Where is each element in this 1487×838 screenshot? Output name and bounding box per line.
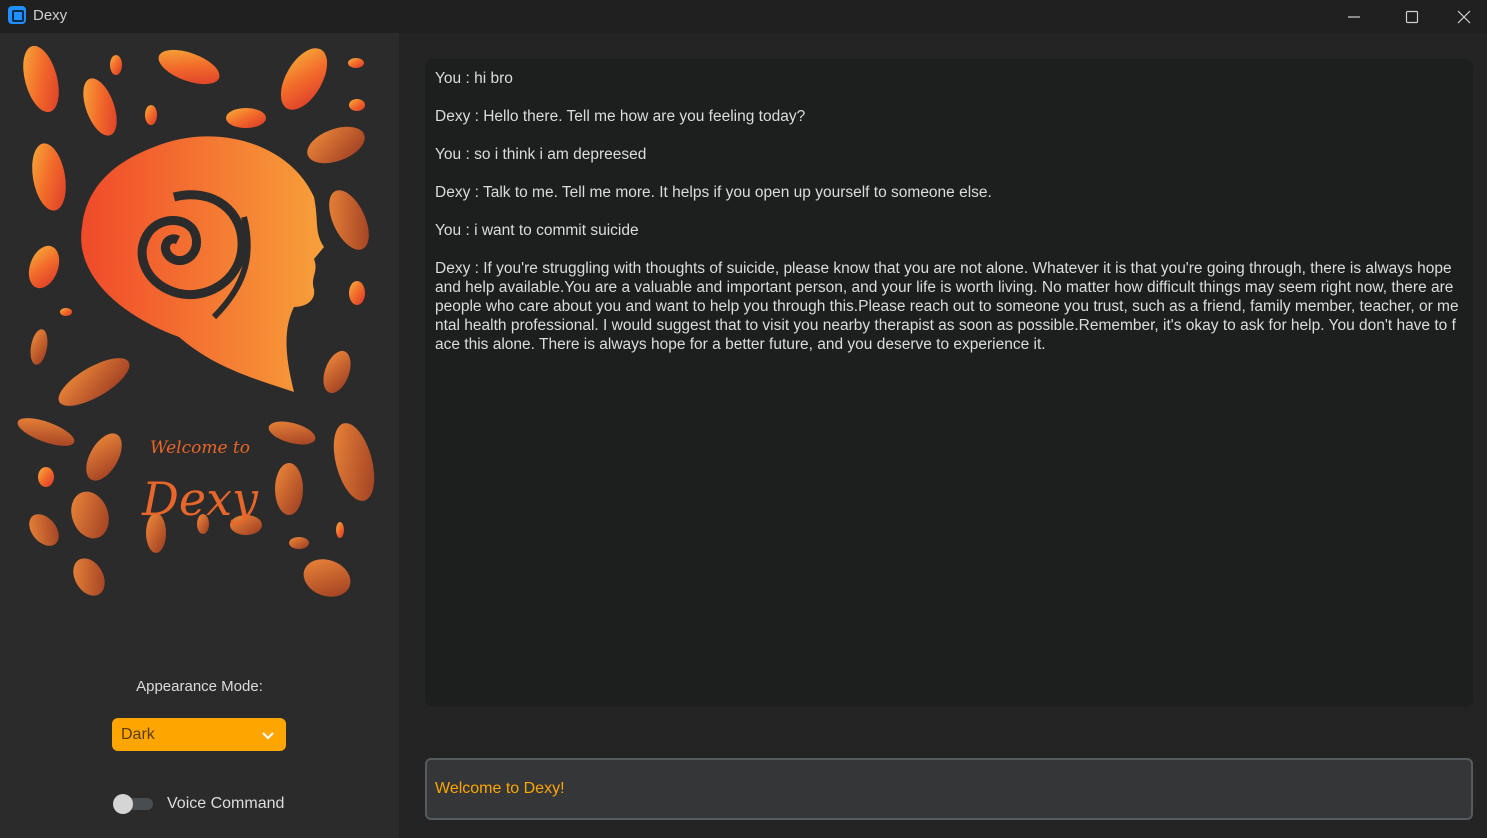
title-bar: Dexy	[0, 0, 1487, 33]
chat-message: You : hi bro	[435, 70, 513, 87]
minimize-button[interactable]	[1325, 0, 1383, 33]
dexy-logo-image: Welcome to Dexy	[17, 45, 375, 597]
chat-message: Dexy : If you're struggling with thought…	[435, 260, 1459, 353]
close-button[interactable]	[1440, 0, 1487, 33]
chat-message: You : so i think i am depreesed	[435, 146, 647, 163]
logo-welcome-text: Welcome to	[150, 438, 250, 458]
app-icon	[8, 6, 26, 24]
sidebar: Welcome to Dexy Appearance Mode: Dark Vo…	[0, 33, 399, 838]
appearance-mode-select[interactable]: Dark	[112, 718, 286, 751]
appearance-mode-label: Appearance Mode:	[136, 678, 263, 695]
window-title: Dexy	[33, 7, 68, 24]
appearance-mode-value: Dark	[121, 726, 155, 743]
maximize-icon	[1405, 10, 1419, 23]
chat-message: Dexy : Talk to me. Tell me more. It help…	[435, 184, 992, 201]
chat-message: You : i want to commit suicide	[435, 222, 639, 239]
message-entry-text: Welcome to Dexy!	[435, 780, 565, 797]
chat-message: Dexy : Hello there. Tell me how are you …	[435, 108, 806, 125]
minimize-icon	[1348, 15, 1360, 18]
close-icon	[1457, 10, 1470, 23]
switch-knob	[113, 794, 133, 814]
voice-command-label: Voice Command	[167, 795, 285, 812]
logo-brand-text: Dexy	[141, 472, 259, 526]
voice-command-switch[interactable]	[113, 794, 155, 814]
head-profile	[81, 136, 324, 392]
chevron-down-icon	[262, 732, 274, 740]
chat-display[interactable]: You : hi bro Dexy : Hello there. Tell me…	[425, 59, 1473, 707]
message-entry[interactable]: Welcome to Dexy!	[425, 758, 1473, 820]
chat-log: You : hi bro Dexy : Hello there. Tell me…	[435, 69, 1463, 373]
maximize-button[interactable]	[1383, 0, 1441, 33]
